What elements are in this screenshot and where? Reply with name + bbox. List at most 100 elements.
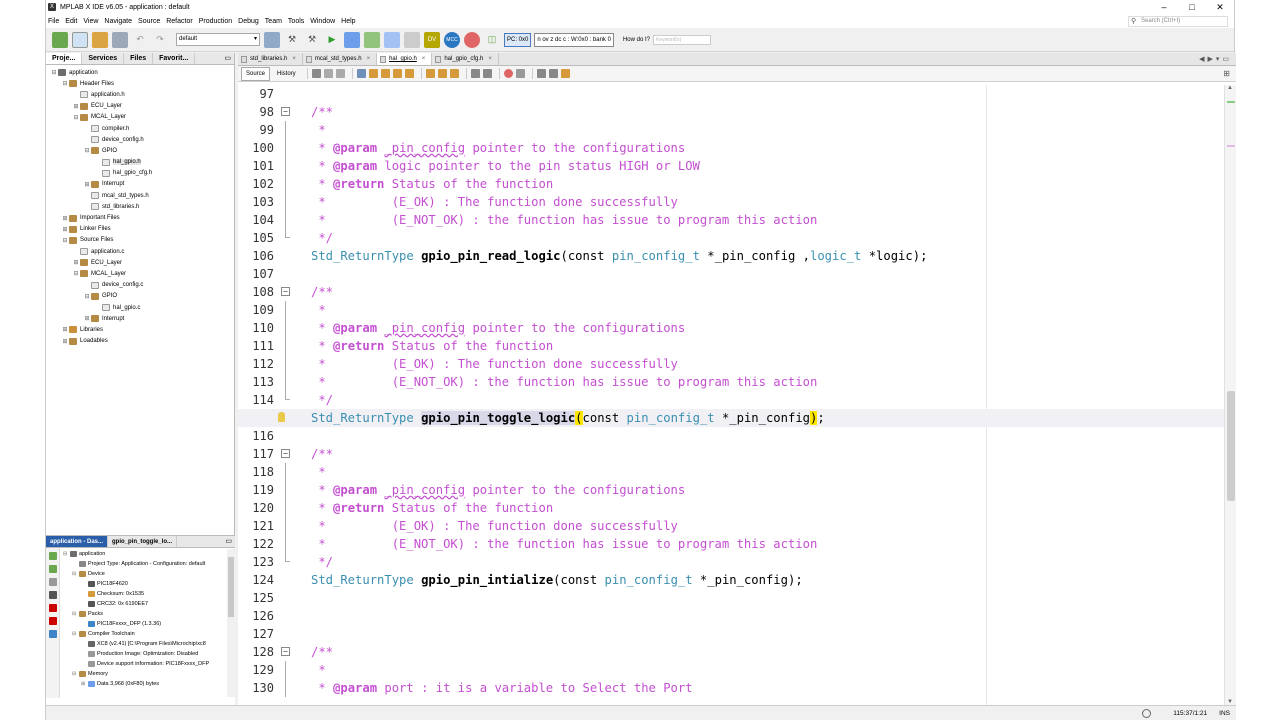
expand-toggle-icon[interactable]: ⊟	[72, 114, 80, 121]
tree-item[interactable]: ⊟ GPIO	[46, 145, 234, 156]
configuration-select[interactable]: default ▾	[176, 33, 260, 46]
expand-toggle-icon[interactable]: ⊟	[61, 80, 69, 87]
dashboard-item[interactable]: XC8 (v2.41) [C:\Program Files\Microchip\…	[61, 639, 227, 649]
code-line[interactable]: 111 * @return Status of the function	[238, 337, 1224, 355]
code-line[interactable]: 101 * @param logic pointer to the pin st…	[238, 157, 1224, 175]
open-project-icon[interactable]	[92, 31, 108, 48]
tab-favorites[interactable]: Favorit...	[153, 53, 196, 64]
code-line[interactable]: 110 * @param _pin_config pointer to the …	[238, 319, 1224, 337]
tree-item[interactable]: hal_gpio.c	[46, 302, 234, 313]
menu-window[interactable]: Window	[310, 18, 335, 25]
menu-navigate[interactable]: Navigate	[104, 18, 132, 25]
menu-debug[interactable]: Debug	[238, 18, 259, 25]
code-line[interactable]: 125	[238, 589, 1224, 607]
menu-source[interactable]: Source	[138, 18, 160, 25]
fold-toggle-icon[interactable]: −	[281, 449, 290, 458]
tree-item[interactable]: ⊞ Linker Files	[46, 224, 234, 235]
code-line[interactable]: 127	[238, 625, 1224, 643]
expand-toggle-icon[interactable]: ⊟	[72, 631, 79, 637]
menu-production[interactable]: Production	[199, 18, 232, 25]
tree-item[interactable]: application.c	[46, 246, 234, 257]
source-view-button[interactable]: Source	[241, 66, 271, 81]
shift-right-icon[interactable]	[482, 69, 492, 78]
stop-macro-icon[interactable]	[515, 69, 525, 78]
tree-item[interactable]: ⊞ Important Files	[46, 212, 234, 223]
code-line[interactable]: 98− /**	[238, 103, 1224, 121]
fold-toggle-icon[interactable]: −	[281, 647, 290, 656]
chip-icon[interactable]	[49, 591, 57, 599]
dashboard-item[interactable]: PIC18Fxxxx_DFP (1.3.36)	[61, 619, 227, 629]
menu-refactor[interactable]: Refactor	[166, 18, 192, 25]
dashboard-item[interactable]: Device support information: PIC18Fxxxx_D…	[61, 659, 227, 669]
code-line[interactable]: 106 Std_ReturnType gpio_pin_read_logic(co…	[238, 247, 1224, 265]
close-button[interactable]: ✕	[1206, 0, 1234, 14]
set-configuration-icon[interactable]	[264, 31, 280, 48]
dashboard-item[interactable]: Project Type: Application - Configuratio…	[61, 559, 227, 569]
redo-icon[interactable]: ↷	[152, 32, 168, 48]
register-icon[interactable]	[49, 630, 57, 638]
code-line[interactable]: 130 * @param port : it is a variable to …	[238, 679, 1224, 697]
close-tab-icon[interactable]: ×	[367, 56, 371, 62]
close-tab-icon[interactable]: ×	[422, 56, 426, 62]
fold-toggle-icon[interactable]: −	[281, 107, 290, 116]
tree-item[interactable]: device_config.h	[46, 134, 234, 145]
expand-editor-icon[interactable]: ⊞	[1223, 69, 1230, 78]
settings-icon[interactable]	[49, 578, 57, 586]
pdf-icon[interactable]	[49, 604, 57, 612]
expand-toggle-icon[interactable]: ⊞	[83, 181, 91, 188]
dashboard-item[interactable]: Checksum: 0x1535	[61, 589, 227, 599]
expand-toggle-icon[interactable]: ⊟	[72, 611, 79, 617]
code-line[interactable]: 117− /**	[238, 445, 1224, 463]
code-line[interactable]: 128− /**	[238, 643, 1224, 661]
plugin-icon[interactable]	[464, 31, 480, 48]
run-icon[interactable]: ▶	[324, 32, 340, 48]
close-tab-icon[interactable]: ×	[488, 56, 492, 62]
lightbulb-hint-icon[interactable]	[278, 412, 285, 422]
menu-view[interactable]: View	[83, 18, 98, 25]
dashboard-item[interactable]: ⊟ Memory	[61, 669, 227, 679]
tree-item[interactable]: hal_gpio.h	[46, 157, 234, 168]
code-line[interactable]: 112 * (E_OK) : The function done success…	[238, 355, 1224, 373]
find-selection-icon[interactable]	[392, 69, 402, 78]
tree-item[interactable]: ⊞ Interrupt	[46, 179, 234, 190]
code-line[interactable]: 114 */	[238, 391, 1224, 409]
code-line[interactable]: 108− /**	[238, 283, 1224, 301]
expand-toggle-icon[interactable]: ⊟	[83, 293, 91, 300]
code-line[interactable]: 129 *	[238, 661, 1224, 679]
expand-toggle-icon[interactable]: ⊞	[72, 259, 80, 266]
code-line[interactable]: 103 * (E_OK) : The function done success…	[238, 193, 1224, 211]
expand-toggle-icon[interactable]: ⊞	[61, 226, 69, 233]
diff-icon[interactable]	[560, 69, 570, 78]
tree-item[interactable]: ⊟ application	[46, 67, 234, 78]
minimize-dashboard-icon[interactable]: ▭	[225, 536, 235, 547]
tab-projects[interactable]: Proje...	[46, 53, 83, 64]
expand-toggle-icon[interactable]: ⊟	[83, 147, 91, 154]
code-line[interactable]: 116	[238, 427, 1224, 445]
fold-toggle-icon[interactable]: −	[281, 287, 290, 296]
expand-toggle-icon[interactable]: ⊟	[63, 551, 70, 557]
comment-icon[interactable]	[536, 69, 546, 78]
file-tab[interactable]: hal_gpio.h ×	[377, 53, 433, 65]
next-bookmark-icon[interactable]	[437, 69, 447, 78]
minimize-button[interactable]: –	[1150, 0, 1178, 14]
tree-item[interactable]: ⊟ GPIO	[46, 291, 234, 302]
dashboard-item[interactable]: CRC32: 0x 6190EE7	[61, 599, 227, 609]
code-line[interactable]: 104 * (E_NOT_OK) : the function has issu…	[238, 211, 1224, 229]
expand-toggle-icon[interactable]: ⊟	[72, 571, 79, 577]
build-icon[interactable]: ⚒	[284, 32, 300, 48]
tree-item[interactable]: ⊟ Source Files	[46, 235, 234, 246]
editor-scroll-thumb[interactable]	[1227, 391, 1235, 501]
scroll-up-icon[interactable]: ▲	[1227, 85, 1233, 91]
expand-toggle-icon[interactable]: ⊟	[61, 237, 69, 244]
code-line[interactable]: 100 * @param _pin_config pointer to the …	[238, 139, 1224, 157]
dashboard-item[interactable]: ⊟ Compiler Toolchain	[61, 629, 227, 639]
menu-edit[interactable]: Edit	[65, 18, 77, 25]
dashboard-item[interactable]: ⊟ Device	[61, 569, 227, 579]
minimize-panel-icon[interactable]: ▭	[224, 53, 234, 64]
dashboard-scrollbar[interactable]	[227, 549, 235, 697]
find-previous-icon[interactable]	[368, 69, 378, 78]
dashboard-item[interactable]: ⊞ Data 3,968 (0xF80) bytes	[61, 679, 227, 689]
code-line[interactable]: 109 *	[238, 301, 1224, 319]
menu-tools[interactable]: Tools	[288, 18, 304, 25]
tree-item[interactable]: ⊞ Loadables	[46, 336, 234, 347]
